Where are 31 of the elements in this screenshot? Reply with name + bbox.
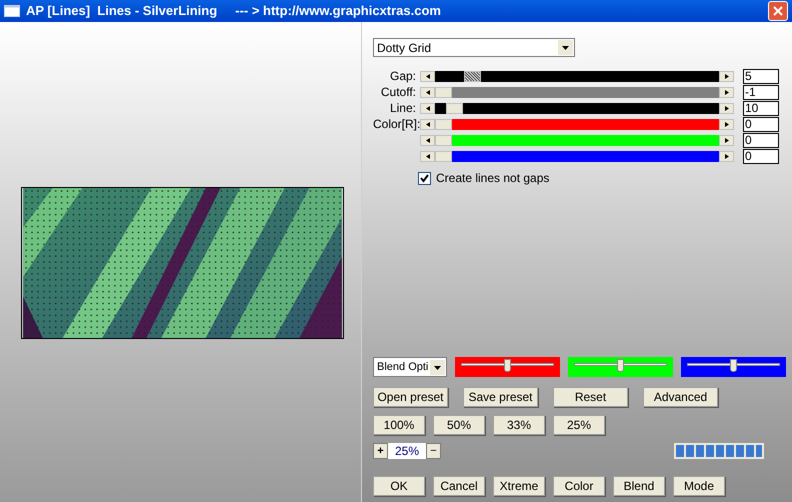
dialog-button[interactable]: 33% xyxy=(493,415,545,435)
zoom-in-button[interactable]: + xyxy=(373,443,388,459)
dialog-button[interactable]: Cancel xyxy=(433,476,485,496)
dialog-button[interactable]: Open preset xyxy=(373,387,448,407)
slider-label: Line: xyxy=(388,102,417,114)
dialog-button[interactable]: 25% xyxy=(553,415,605,435)
slider-label: Color[R]: xyxy=(373,118,418,130)
value-field[interactable]: 0 xyxy=(743,132,779,148)
slider-label: Cutoff: xyxy=(380,86,417,98)
window-title: AP [Lines] Lines - SilverLining --- > http://www.graphicxtras.com xyxy=(26,2,442,20)
value-field[interactable]: 5 xyxy=(743,68,779,84)
value-field[interactable]: 10 xyxy=(743,100,779,116)
dialog-button[interactable]: 50% xyxy=(433,415,485,435)
blend-dropdown[interactable]: Blend Opti xyxy=(373,357,447,377)
dialog-button[interactable]: Mode xyxy=(673,476,725,496)
slider-label: Gap: xyxy=(388,70,417,82)
dialog-button[interactable]: Xtreme xyxy=(493,476,545,496)
create-lines-checkbox[interactable]: Create lines not gaps xyxy=(418,169,792,187)
dialog-button[interactable]: Reset xyxy=(553,387,628,407)
zoom-out-button[interactable]: − xyxy=(426,443,441,459)
dialog-button[interactable]: OK xyxy=(373,476,425,496)
dialog-button[interactable]: 100% xyxy=(373,415,425,435)
value-field[interactable]: 0 xyxy=(743,148,779,164)
value-field[interactable]: -1 xyxy=(743,84,779,100)
dialog-button[interactable]: Save preset xyxy=(463,387,538,407)
value-field[interactable]: 0 xyxy=(743,116,779,132)
preset-dropdown[interactable]: Dotty Grid xyxy=(373,38,575,57)
dialog-button[interactable]: Advanced xyxy=(643,387,718,407)
dialog-button[interactable]: Blend xyxy=(613,476,665,496)
dialog-button[interactable]: Color xyxy=(553,476,605,496)
zoom-value: 25% xyxy=(388,443,426,459)
